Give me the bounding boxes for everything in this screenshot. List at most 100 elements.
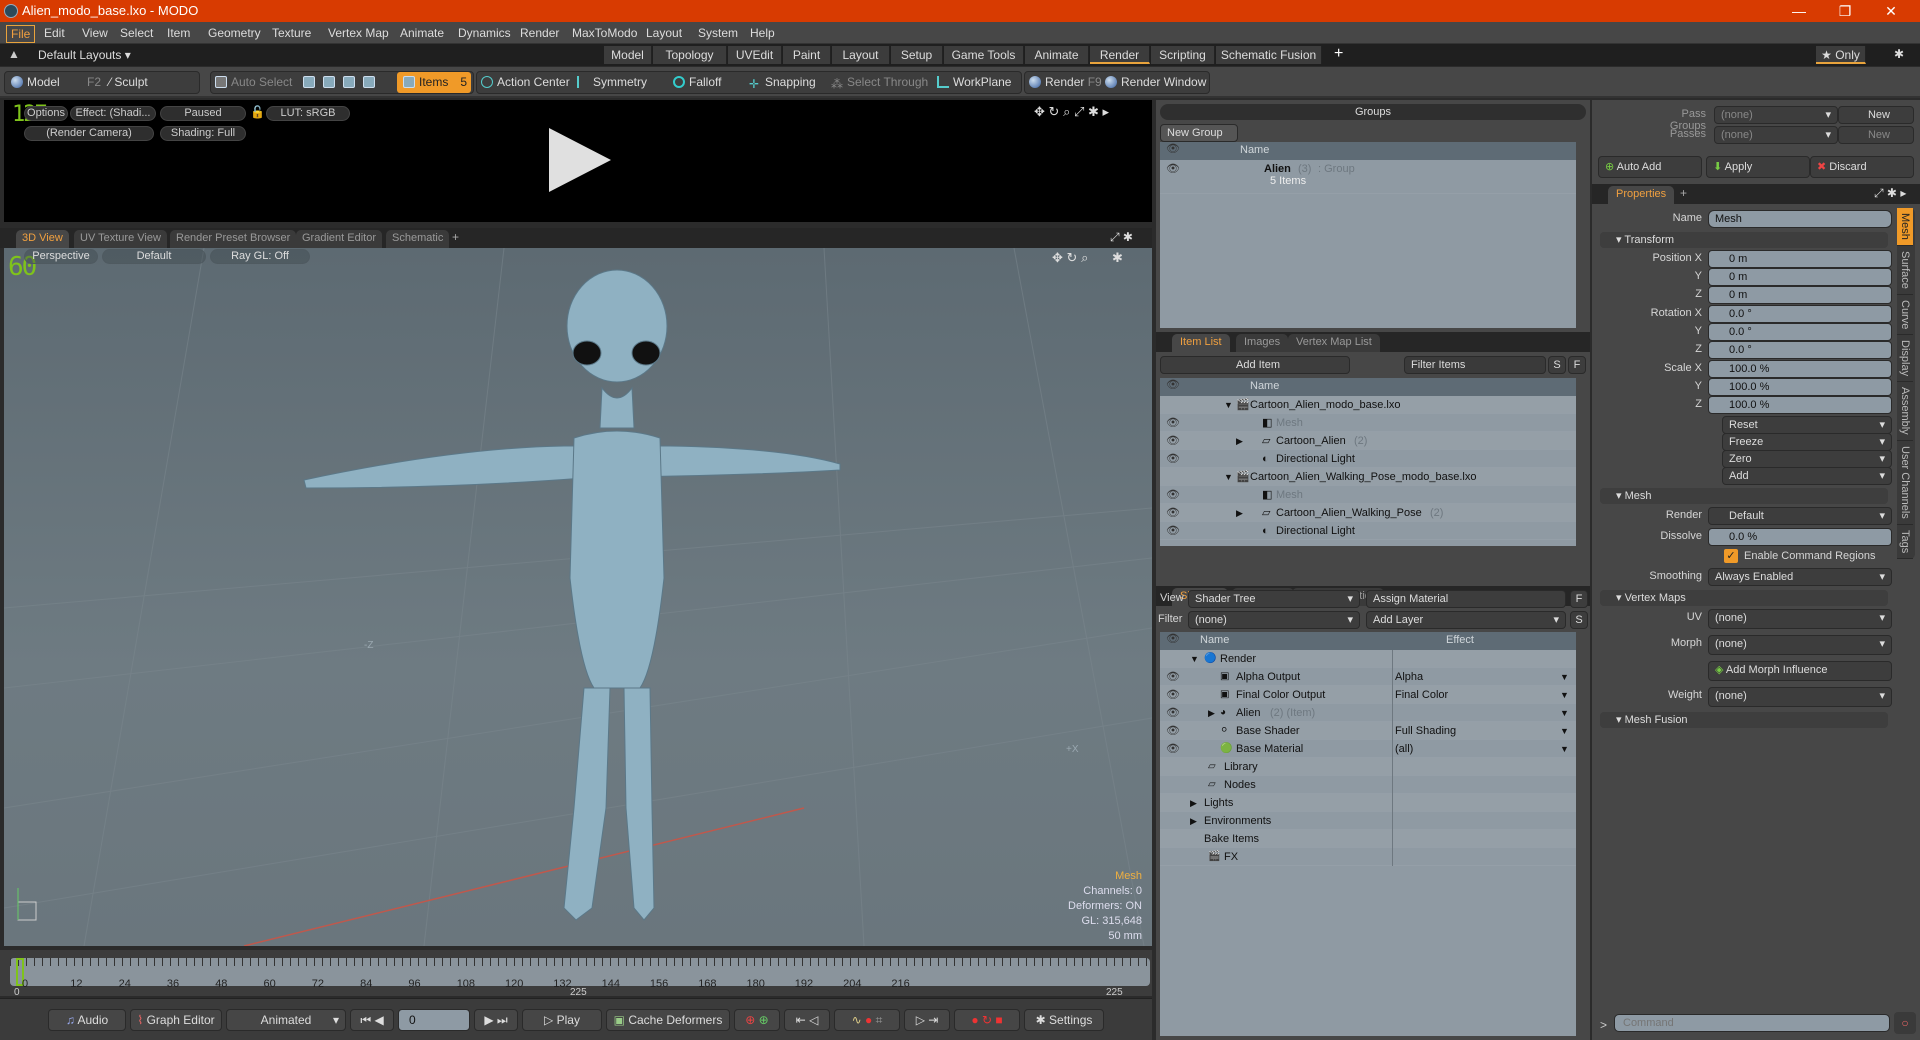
filter-items-input[interactable]: Filter Items (1404, 356, 1546, 374)
command-history-button[interactable]: ○ (1894, 1012, 1916, 1034)
mesh-fusion-section[interactable]: ▾ Mesh Fusion (1600, 712, 1888, 728)
position-y-field[interactable]: 0 m (1708, 268, 1892, 286)
visibility-eye-icon[interactable]: 👁 (1166, 704, 1180, 722)
side-tab-user-channels[interactable]: User Channels (1897, 441, 1913, 525)
tab-images[interactable]: Images (1236, 334, 1289, 352)
add-dropdown[interactable]: Add (1722, 467, 1892, 485)
render-camera-dropdown[interactable]: (Render Camera) (24, 126, 154, 141)
animated-dropdown[interactable]: Animated (226, 1009, 346, 1031)
visibility-eye-icon[interactable]: 👁 (1166, 486, 1180, 504)
new-pass-button[interactable]: New (1838, 126, 1914, 144)
maximize-icon[interactable]: ⤢ (1074, 104, 1084, 119)
item-list-row[interactable]: 👁 ▶ ▱ Cartoon_Alien_Walking_Pose (2) (1160, 504, 1576, 522)
add-layout-button[interactable]: + (1334, 45, 1343, 63)
mesh-section[interactable]: ▾ Mesh (1600, 488, 1888, 504)
next-key-buttons[interactable]: ▷ ⇥ (904, 1009, 950, 1031)
menu-texture[interactable]: Texture (268, 25, 315, 41)
side-tab-curve[interactable]: Curve (1897, 295, 1913, 336)
visibility-eye-icon[interactable]: 👁 (1166, 686, 1180, 704)
shader-tree-row[interactable]: ▼ 🔵 Render (1160, 650, 1576, 668)
tab-3d-view[interactable]: 3D View (16, 230, 69, 248)
shader-tree-row[interactable]: 🎬 FX (1160, 848, 1576, 866)
add-morph-influence-button[interactable]: ◈ Add Morph Influence (1708, 661, 1892, 681)
new-group-button[interactable]: New Group (1160, 124, 1238, 142)
new-pass-group-button[interactable]: New (1838, 106, 1914, 124)
raygl-toggle[interactable]: Ray GL: Off (210, 249, 310, 264)
shader-tree-row[interactable]: ▱ Nodes (1160, 776, 1576, 794)
default-style-dropdown[interactable]: Default (102, 249, 206, 264)
side-tab-tags[interactable]: Tags (1897, 525, 1913, 559)
expand-triangle-icon[interactable]: ▶ (1236, 504, 1243, 522)
item-list-row[interactable]: 👁 ◐ Directional Light (1160, 450, 1576, 468)
expand-triangle-icon[interactable]: ▶ (1190, 812, 1197, 830)
visibility-eye-icon[interactable]: 👁 (1166, 504, 1180, 522)
shader-tree-row[interactable]: 👁 ▣ Final Color Output Final Color ▼ (1160, 686, 1576, 704)
menu-item[interactable]: Item (163, 25, 194, 41)
select-edges-button[interactable] (323, 75, 339, 89)
smoothing-dropdown[interactable]: Always Enabled (1708, 568, 1892, 586)
select-through-button[interactable]: ⁂ Select Through (831, 75, 928, 91)
shader-tree-row[interactable]: Bake Items (1160, 830, 1576, 848)
visibility-eye-icon[interactable]: 👁 (1166, 432, 1180, 450)
layout-tab-paint[interactable]: Paint (783, 46, 831, 64)
layout-settings-gear-icon[interactable]: ✱ (1894, 47, 1904, 61)
select-materials-button[interactable] (363, 75, 379, 89)
key-tools-buttons[interactable]: ● ↻ ■ (954, 1009, 1020, 1031)
render-paused-toggle[interactable]: Paused (160, 106, 246, 121)
group-row-alien[interactable]: 👁 Alien (3) : Group 5 Items (1160, 160, 1576, 194)
properties-controls-icon[interactable]: ⤢ ✱ ▸ (1874, 186, 1906, 201)
render-options-button[interactable]: Options (24, 106, 68, 121)
menu-edit[interactable]: Edit (40, 25, 69, 41)
add-properties-tab[interactable]: + (1680, 186, 1687, 200)
view-dropdown[interactable]: Shader Tree (1188, 590, 1360, 608)
tab-item-list[interactable]: Item List (1172, 334, 1230, 352)
uv-dropdown[interactable]: (none) (1708, 609, 1892, 629)
symmetry-button[interactable]: Symmetry (577, 75, 647, 89)
select-vertices-button[interactable] (303, 75, 319, 89)
3d-viewport[interactable]: -Z +X 60 Perspective Default Ray GL: Off… (4, 248, 1152, 946)
add-tab-button[interactable]: + (452, 230, 459, 244)
audio-button[interactable]: ♫ Audio (48, 1009, 126, 1031)
add-layer-dropdown[interactable]: Add Layer (1366, 611, 1566, 629)
default-layouts-dropdown[interactable]: Default Layouts ▾ (38, 48, 131, 62)
shader-tree-row[interactable]: 👁 ▶ ◕ Alien (2) (Item) ▼ (1160, 704, 1576, 722)
freeze-dropdown[interactable]: Freeze (1722, 433, 1892, 451)
layout-tab-uvedit[interactable]: UVEdit (728, 46, 782, 64)
action-center-button[interactable]: Action Center (481, 75, 570, 89)
passes-dropdown[interactable]: (none) (1714, 126, 1838, 144)
expand-triangle-icon[interactable]: ▼ (1224, 468, 1233, 486)
visibility-eye-icon[interactable]: 👁 (1166, 668, 1180, 686)
visibility-eye-icon[interactable]: 👁 (1166, 414, 1180, 432)
side-tab-surface[interactable]: Surface (1897, 246, 1913, 295)
render-window-button[interactable]: Render Window (1105, 75, 1206, 89)
scale-y-field[interactable]: 100.0 % (1708, 378, 1892, 396)
viewport-gear-icon[interactable]: ✱ (1112, 250, 1123, 265)
effect-dropdown-icon[interactable]: ▼ (1560, 704, 1569, 722)
play-button[interactable]: ▷ Play (522, 1009, 602, 1031)
rotate-icon[interactable]: ↻ (1049, 104, 1060, 119)
render-dropdown[interactable]: Default (1708, 507, 1892, 525)
vertex-maps-section[interactable]: ▾ Vertex Maps (1600, 590, 1888, 606)
transform-section[interactable]: ▾ Transform (1600, 232, 1888, 248)
viewport-maximize-icon[interactable]: ⤢ ✱ (1110, 230, 1133, 245)
shader-tree-row[interactable]: ▱ Library (1160, 758, 1576, 776)
morph-dropdown[interactable]: (none) (1708, 635, 1892, 655)
layout-tab-topology[interactable]: Topology (653, 46, 727, 64)
item-list-f-button[interactable]: F (1568, 356, 1586, 374)
group-visibility-toggle[interactable]: 👁 (1166, 160, 1180, 178)
graph-editor-button[interactable]: ⌇ Graph Editor (130, 1009, 222, 1031)
zero-dropdown[interactable]: Zero (1722, 450, 1892, 468)
snapping-button[interactable]: ✛ Snapping (749, 75, 816, 91)
visibility-eye-icon[interactable]: 👁 (1166, 522, 1180, 540)
minimize-button[interactable]: — (1776, 0, 1822, 22)
rotation-x-field[interactable]: 0.0 ° (1708, 305, 1892, 323)
effect-dropdown-icon[interactable]: ▼ (1560, 740, 1569, 758)
menu-dynamics[interactable]: Dynamics (454, 25, 515, 41)
position-x-field[interactable]: 0 m (1708, 250, 1892, 268)
rotation-z-field[interactable]: 0.0 ° (1708, 341, 1892, 359)
play-render-icon[interactable] (549, 128, 611, 192)
menu-vertex-map[interactable]: Vertex Map (324, 25, 393, 41)
side-tab-assembly[interactable]: Assembly (1897, 382, 1913, 441)
position-z-field[interactable]: 0 m (1708, 286, 1892, 304)
shader-tree-row[interactable]: ▶ Lights (1160, 794, 1576, 812)
